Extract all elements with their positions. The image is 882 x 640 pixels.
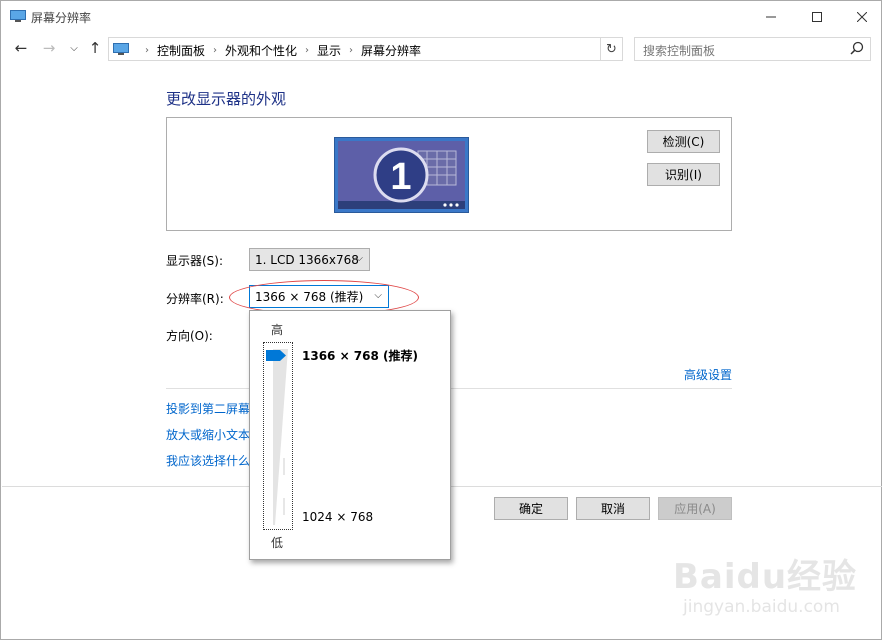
advanced-settings-link[interactable]: 高级设置 (684, 366, 732, 383)
breadcrumb-display[interactable]: 显示 (317, 42, 341, 59)
back-button[interactable]: ← (11, 38, 31, 58)
chevron-right-icon[interactable]: › (213, 45, 217, 56)
maximize-icon (812, 11, 822, 22)
identify-button[interactable]: 识别(I) (647, 163, 720, 186)
ok-button[interactable]: 确定 (494, 497, 568, 520)
control-panel-icon (113, 43, 129, 55)
display-select-value: 1. LCD 1366x768 (255, 252, 359, 267)
detect-button[interactable]: 检测(C) (647, 130, 720, 153)
chevron-right-icon[interactable]: › (349, 45, 353, 56)
refresh-icon: ↻ (606, 41, 617, 57)
refresh-button[interactable]: ↻ (601, 37, 623, 61)
search-icon[interactable] (850, 41, 864, 55)
resolution-slider[interactable] (263, 342, 293, 530)
title-bar: 屏幕分辨率 (1, 1, 881, 32)
address-bar[interactable]: › 控制面板 › 外观和个性化 › 显示 › 屏幕分辨率 ⌵ (108, 37, 699, 61)
what-settings-link[interactable]: 我应该选择什么 (166, 452, 250, 469)
orientation-label: 方向(O): (166, 329, 213, 343)
monitor-number: 1 (390, 156, 411, 198)
close-icon (857, 11, 867, 22)
text-size-link[interactable]: 放大或缩小文本 (166, 426, 250, 443)
chevron-right-icon[interactable]: › (305, 45, 309, 56)
monitor-1-icon[interactable]: 1 (334, 137, 469, 213)
arrow-up-icon: ↑ (88, 39, 102, 57)
resolution-option-min[interactable]: 1024 × 768 (302, 510, 373, 524)
resolution-dropdown: 高 1366 × 768 (推荐) 1024 × 768 低 (249, 310, 451, 560)
arrow-right-icon: → (42, 39, 56, 57)
screen-resolution-window: 屏幕分辨率 ← → ⌵ ↑ › 控制面板 › 外观和个性化 › 显示 › 屏幕分… (0, 0, 882, 640)
slider-wedge (273, 349, 288, 525)
display-select[interactable]: 1. LCD 1366x768 ⌵ (249, 248, 370, 271)
arrow-left-icon: ← (14, 39, 28, 57)
chevron-right-icon: › (145, 45, 149, 56)
minimize-icon (766, 16, 776, 17)
watermark-brand: Baidu经验 (673, 557, 858, 597)
project-second-screen-link[interactable]: 投影到第二屏幕 (166, 400, 250, 417)
search-placeholder: 搜索控制面板 (643, 44, 716, 58)
recent-locations-button[interactable]: ⌵ (64, 38, 84, 58)
display-label: 显示器(S): (166, 254, 224, 268)
breadcrumb-control-panel[interactable]: 控制面板 (157, 42, 205, 59)
monitor-icon (10, 10, 26, 22)
cancel-button[interactable]: 取消 (576, 497, 650, 520)
close-button[interactable] (839, 1, 882, 32)
minimize-button[interactable] (748, 1, 794, 32)
chevron-down-icon: ⌵ (355, 253, 363, 264)
search-input[interactable]: 搜索控制面板 (634, 37, 871, 61)
high-label: 高 (271, 323, 284, 337)
baidu-watermark: Baidu经验 jingyan.baidu.com (673, 549, 856, 629)
navigation-bar: ← → ⌵ ↑ › 控制面板 › 外观和个性化 › 显示 › 屏幕分辨率 ⌵ ↻… (1, 32, 881, 64)
apply-button[interactable]: 应用(A) (658, 497, 732, 520)
breadcrumb-appearance[interactable]: 外观和个性化 (225, 42, 297, 59)
breadcrumb-screen-resolution[interactable]: 屏幕分辨率 (361, 42, 421, 59)
slider-thumb[interactable] (266, 350, 286, 361)
breadcrumb: › 控制面板 › 外观和个性化 › 显示 › 屏幕分辨率 (137, 42, 421, 59)
up-button[interactable]: ↑ (85, 38, 105, 58)
resolution-label: 分辨率(R): (166, 292, 224, 306)
display-arrangement-area: 1 检测(C) 识别(I) (166, 117, 732, 231)
resolution-option-max[interactable]: 1366 × 768 (推荐) (302, 347, 418, 364)
maximize-button[interactable] (794, 1, 840, 32)
chevron-down-icon: ⌵ (70, 42, 78, 54)
page-title: 更改显示器的外观 (166, 90, 287, 108)
watermark-site: jingyan.baidu.com (683, 597, 840, 617)
forward-button[interactable]: → (39, 38, 59, 58)
window-title: 屏幕分辨率 (31, 11, 92, 25)
low-label: 低 (271, 536, 284, 550)
